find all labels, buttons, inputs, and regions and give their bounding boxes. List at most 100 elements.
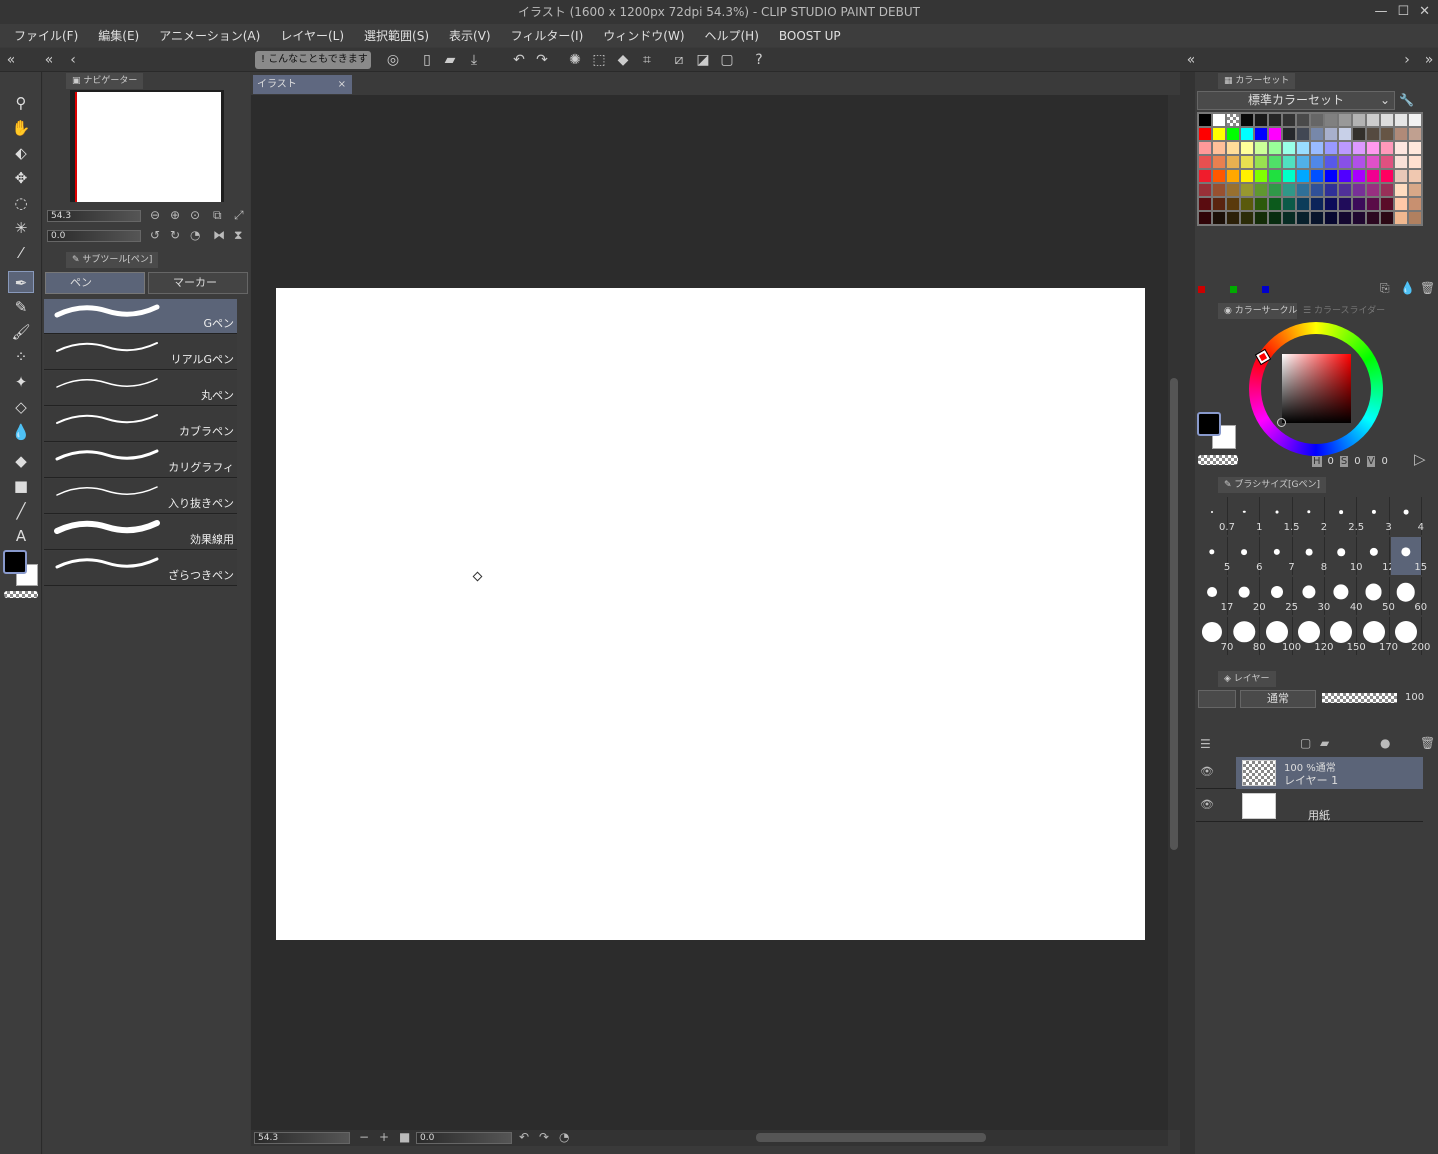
tab-layer[interactable]: ◈ レイヤー	[1218, 671, 1276, 687]
brush-tool-icon[interactable]: 🖌	[8, 321, 34, 343]
canvas-paper[interactable]	[276, 288, 1145, 940]
palette-swatch[interactable]	[1226, 183, 1240, 197]
palette-swatch[interactable]	[1198, 197, 1212, 211]
menu-item[interactable]: 選択範囲(S)	[364, 27, 429, 44]
palette-swatch[interactable]	[1198, 211, 1212, 225]
palette-swatch[interactable]	[1212, 197, 1226, 211]
flip-vertical-icon[interactable]: ⧗	[234, 228, 242, 243]
brush-item[interactable]: 丸ペン	[44, 371, 237, 406]
blend-mode-dropdown[interactable]: 通常	[1240, 690, 1316, 708]
brush-size-option[interactable]: 2.5	[1326, 497, 1364, 535]
palette-swatch[interactable]	[1408, 155, 1422, 169]
palette-swatch[interactable]	[1408, 141, 1422, 155]
main-color-swatch[interactable]	[3, 550, 27, 574]
undo-icon[interactable]: ↶	[510, 51, 528, 69]
transform-icon[interactable]: ⌗	[638, 51, 656, 69]
brush-item[interactable]: カリグラフィ	[44, 443, 237, 478]
palette-swatch[interactable]	[1226, 155, 1240, 169]
new-folder-icon[interactable]: ▰	[1320, 736, 1329, 750]
brush-size-option[interactable]: 100	[1262, 617, 1301, 655]
selection-icon[interactable]: ⬚	[590, 51, 608, 69]
sv-handle[interactable]	[1277, 418, 1286, 427]
palette-swatch[interactable]	[1324, 141, 1338, 155]
palette-swatch[interactable]	[1338, 197, 1352, 211]
palette-swatch[interactable]	[1324, 127, 1338, 141]
brush-item[interactable]: 効果線用	[44, 515, 237, 550]
brush-item[interactable]: Gペン	[44, 299, 237, 334]
export-icon[interactable]: ⤓	[465, 51, 483, 69]
palette-swatch[interactable]	[1198, 141, 1212, 155]
brush-size-option[interactable]: 120	[1294, 617, 1333, 655]
history-swatch[interactable]	[1262, 286, 1269, 293]
palette-swatch[interactable]	[1296, 113, 1310, 127]
brush-size-option[interactable]: 40	[1326, 577, 1363, 615]
palette-swatch[interactable]	[1338, 183, 1352, 197]
palette-swatch[interactable]	[1282, 141, 1296, 155]
palette-swatch[interactable]	[1212, 211, 1226, 225]
subtool-group-pen[interactable]: ペン	[45, 272, 145, 294]
menu-item[interactable]: BOOST UP	[779, 29, 841, 43]
brush-size-option[interactable]: 6	[1229, 537, 1262, 575]
palette-swatch[interactable]	[1240, 113, 1254, 127]
fullscreen-icon[interactable]: ⤢	[234, 208, 244, 223]
palette-swatch[interactable]	[1296, 155, 1310, 169]
palette-swatch[interactable]	[1324, 211, 1338, 225]
airbrush-icon[interactable]: ⁘	[8, 346, 34, 368]
brush-size-option[interactable]: 7	[1262, 537, 1295, 575]
palette-swatch[interactable]	[1380, 127, 1394, 141]
navigator-zoom-slider[interactable]: 54.3	[47, 210, 141, 222]
palette-swatch[interactable]	[1394, 127, 1408, 141]
rotate-right-icon[interactable]: ↻	[170, 228, 180, 242]
brush-size-option[interactable]: 30	[1294, 577, 1330, 615]
palette-swatch[interactable]	[1338, 127, 1352, 141]
brush-item[interactable]: リアルGペン	[44, 335, 237, 370]
fill-tool-icon[interactable]: ◆	[8, 450, 34, 472]
palette-swatch[interactable]	[1310, 197, 1324, 211]
palette-swatch[interactable]	[1212, 183, 1226, 197]
palette-swatch[interactable]	[1310, 141, 1324, 155]
brush-size-option[interactable]: 10	[1326, 537, 1363, 575]
rotate-left-icon[interactable]: ↶	[519, 1130, 529, 1144]
palette-swatch[interactable]	[1254, 183, 1268, 197]
layer-list-icon[interactable]: ☰	[1200, 737, 1211, 751]
zoom-out-icon[interactable]: −	[359, 1130, 369, 1144]
palette-swatch[interactable]	[1408, 113, 1422, 127]
maximize-icon[interactable]: ☐	[1397, 0, 1409, 24]
palette-swatch[interactable]	[1366, 113, 1380, 127]
zoom-in-icon[interactable]: +	[379, 1130, 389, 1144]
brush-size-option[interactable]: 25	[1262, 577, 1298, 615]
tips-button[interactable]: ! こんなこともできます	[255, 51, 371, 69]
tab-brush-size[interactable]: ✎ ブラシサイズ[Gペン]	[1218, 477, 1326, 493]
palette-swatch[interactable]	[1198, 183, 1212, 197]
palette-swatch[interactable]	[1310, 113, 1324, 127]
fit-icon[interactable]: ■	[399, 1130, 410, 1144]
palette-swatch[interactable]	[1380, 169, 1394, 183]
palette-swatch[interactable]	[1324, 113, 1338, 127]
palette-swatch[interactable]	[1268, 169, 1282, 183]
palette-swatch[interactable]	[1254, 155, 1268, 169]
palette-swatch[interactable]	[1380, 197, 1394, 211]
palette-swatch[interactable]	[1226, 141, 1240, 155]
collapse-left-icon[interactable]: «	[2, 51, 20, 69]
close-tab-icon[interactable]: ×	[338, 75, 346, 94]
play-icon[interactable]: ▷	[1414, 450, 1426, 468]
palette-swatch[interactable]	[1268, 211, 1282, 225]
brush-size-option[interactable]: 5	[1197, 537, 1230, 575]
tab-document[interactable]: イラスト ×	[253, 75, 352, 94]
transparent-color-swatch[interactable]	[1198, 455, 1238, 465]
layer-row[interactable]: 👁 100 %通常 レイヤー 1	[1196, 757, 1423, 789]
palette-swatch[interactable]	[1366, 155, 1380, 169]
wrench-icon[interactable]: 🔧	[1399, 93, 1414, 107]
menu-item[interactable]: 編集(E)	[98, 27, 139, 44]
text-tool-icon[interactable]: A	[8, 525, 34, 547]
blend-icon[interactable]: 💧	[8, 421, 34, 443]
palette-swatch[interactable]	[1394, 197, 1408, 211]
palette-swatch[interactable]	[1394, 183, 1408, 197]
tab-color-circle[interactable]: ◉ カラーサークル	[1218, 303, 1304, 319]
palette-swatch[interactable]	[1268, 197, 1282, 211]
palette-swatch[interactable]	[1296, 141, 1310, 155]
palette-swatch[interactable]	[1394, 155, 1408, 169]
palette-swatch[interactable]	[1282, 183, 1296, 197]
expand-right-icon[interactable]: »	[1420, 51, 1438, 69]
brush-size-option[interactable]: 15	[1390, 537, 1427, 575]
